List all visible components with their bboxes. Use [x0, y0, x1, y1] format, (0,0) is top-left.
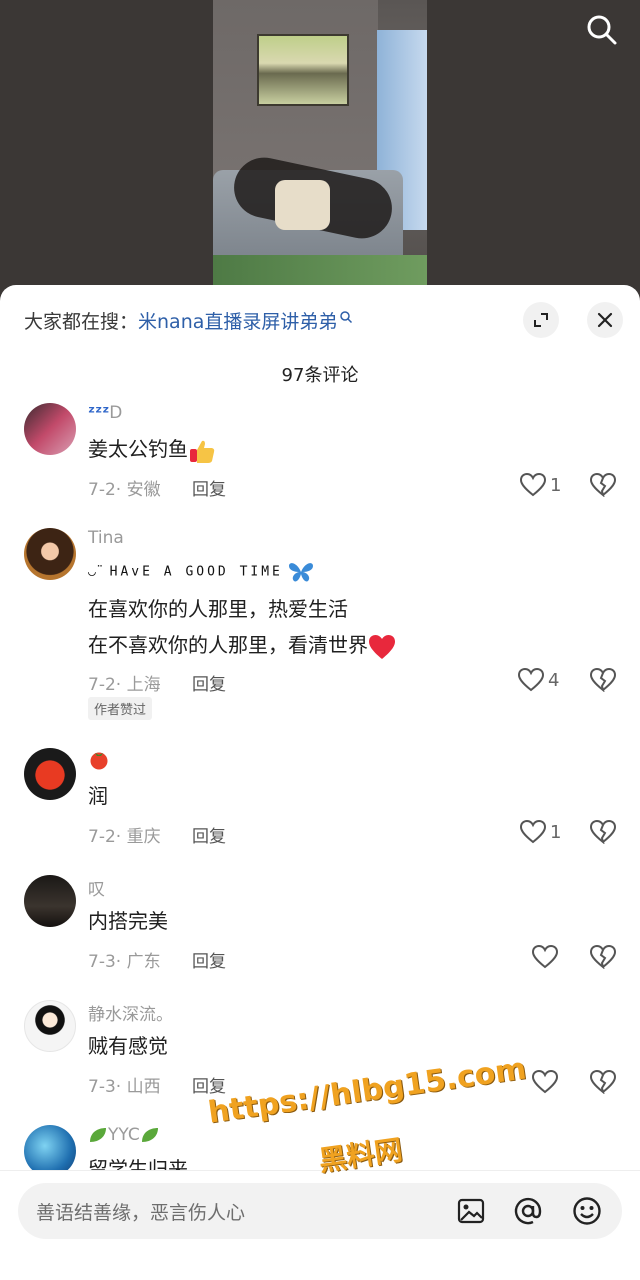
like-count: 1 — [550, 474, 562, 496]
comment-username[interactable]: 叹 — [88, 875, 105, 900]
small-search-icon — [340, 310, 353, 323]
comment-username[interactable]: 静水深流。 — [88, 1000, 173, 1025]
like-count: 4 — [548, 669, 560, 691]
comment-username[interactable]: ᶻᶻᶻD — [88, 403, 122, 423]
search-icon — [587, 15, 617, 45]
comment-text: 内搭完美 — [88, 909, 168, 933]
at-icon[interactable] — [512, 1195, 544, 1227]
emoji-icon[interactable] — [571, 1195, 603, 1227]
comment-text: 留学生归来 — [88, 1157, 188, 1170]
comment-item: ᶻᶻᶻD 姜太公钓鱼 7-2· 安徽 回复 1 — [0, 403, 640, 513]
tomato-icon — [90, 752, 108, 770]
comment-text: 贼有感觉 — [88, 1034, 168, 1058]
video-pillow — [275, 180, 330, 230]
comment-text-line1: 在喜欢你的人那里，热爱生活 — [88, 597, 348, 621]
reply-button[interactable]: 回复 — [192, 822, 226, 847]
comment-sheet: 大家都在搜： 米nana直播录屏讲弟弟 97条评论 ᶻᶻᶻD 姜太公钓鱼 7-2… — [0, 285, 640, 1280]
like-button[interactable]: 4 — [518, 668, 559, 692]
hot-search[interactable]: 大家都在搜： 米nana直播录屏讲弟弟 — [24, 307, 353, 334]
image-icon[interactable] — [455, 1195, 487, 1227]
dislike-button[interactable] — [589, 1069, 617, 1098]
broken-heart-icon — [589, 819, 617, 845]
avatar[interactable] — [24, 1125, 76, 1170]
like-button[interactable]: 1 — [520, 473, 561, 497]
comment-item: YYC 留学生归来 — [0, 1125, 640, 1170]
thumbs-up-icon — [190, 440, 215, 463]
reply-button[interactable]: 回复 — [192, 947, 226, 972]
avatar[interactable] — [24, 748, 76, 800]
input-placeholder: 善语结善缘，恶言伤人心 — [36, 1202, 246, 1224]
video-frame[interactable] — [213, 0, 427, 300]
like-button[interactable]: 1 — [520, 820, 561, 844]
comment-meta: 7-3· 山西 — [88, 1077, 161, 1097]
comment-username[interactable] — [88, 748, 110, 770]
hot-search-term[interactable]: 米nana直播录屏讲弟弟 — [138, 307, 337, 334]
comment-input[interactable]: 善语结善缘，恶言伤人心 — [18, 1183, 622, 1239]
like-button[interactable] — [532, 1070, 558, 1094]
broken-heart-icon — [589, 667, 617, 693]
broken-heart-icon — [589, 1069, 617, 1095]
sheet-header: 大家都在搜： 米nana直播录屏讲弟弟 — [0, 285, 640, 357]
heart-icon — [518, 668, 544, 692]
dislike-button[interactable] — [589, 472, 617, 501]
avatar[interactable] — [24, 1000, 76, 1052]
comment-count: 97条评论 — [281, 365, 359, 386]
comment-text: 润 — [88, 784, 108, 808]
leaf-icon — [90, 1128, 106, 1142]
comment-meta: 7-3· 广东 — [88, 952, 161, 972]
avatar[interactable] — [24, 875, 76, 927]
comment-item: 叹 内搭完美 7-3· 广东 回复 — [0, 875, 640, 975]
comment-meta: 7-2· 安徽 — [88, 480, 161, 500]
like-count: 1 — [550, 821, 562, 843]
dislike-button[interactable] — [589, 944, 617, 973]
butterfly-icon — [288, 563, 313, 582]
expand-icon — [534, 313, 548, 327]
broken-heart-icon — [589, 944, 617, 970]
author-liked-badge: 作者赞过 — [88, 697, 153, 720]
comment-meta: 7-2· 重庆 — [88, 827, 161, 847]
comment-text: 姜太公钓鱼 — [88, 431, 216, 467]
close-button[interactable] — [587, 302, 623, 338]
comment-username[interactable]: YYC — [88, 1125, 160, 1145]
heart-icon — [532, 1070, 558, 1094]
comment-username[interactable]: Tina — [88, 528, 124, 548]
close-icon — [597, 312, 613, 328]
reply-button[interactable]: 回复 — [192, 670, 226, 695]
expand-button[interactable] — [523, 302, 559, 338]
reply-button[interactable]: 回复 — [192, 1072, 226, 1097]
search-button[interactable] — [584, 12, 620, 48]
dislike-button[interactable] — [589, 819, 617, 848]
heart-icon — [520, 820, 546, 844]
red-heart-icon — [369, 634, 395, 659]
like-button[interactable] — [532, 945, 558, 969]
hot-search-prefix: 大家都在搜： — [24, 311, 139, 333]
comment-item: Tina ◡̈ HAvE A GOOD TIME 在喜欢你的人那里，热爱生活 在… — [0, 528, 640, 728]
leaf-icon — [141, 1128, 158, 1142]
comment-meta: 7-2· 上海 — [88, 675, 161, 695]
comment-text-line2: 在不喜欢你的人那里，看清世界 — [88, 627, 396, 663]
comment-motto: ◡̈ HAvE A GOOD TIME — [88, 560, 315, 584]
broken-heart-icon — [589, 472, 617, 498]
dislike-button[interactable] — [589, 667, 617, 696]
comment-input-bar: 善语结善缘，恶言伤人心 — [0, 1170, 640, 1280]
reply-button[interactable]: 回复 — [192, 475, 226, 500]
avatar[interactable] — [24, 403, 76, 455]
avatar[interactable] — [24, 528, 76, 580]
heart-icon — [520, 473, 546, 497]
comment-item: 润 7-2· 重庆 回复 1 — [0, 748, 640, 848]
video-painting — [257, 34, 349, 106]
comment-item: 静水深流。 贼有感觉 7-3· 山西 回复 — [0, 1000, 640, 1100]
heart-icon — [532, 945, 558, 969]
video-area — [0, 0, 640, 300]
